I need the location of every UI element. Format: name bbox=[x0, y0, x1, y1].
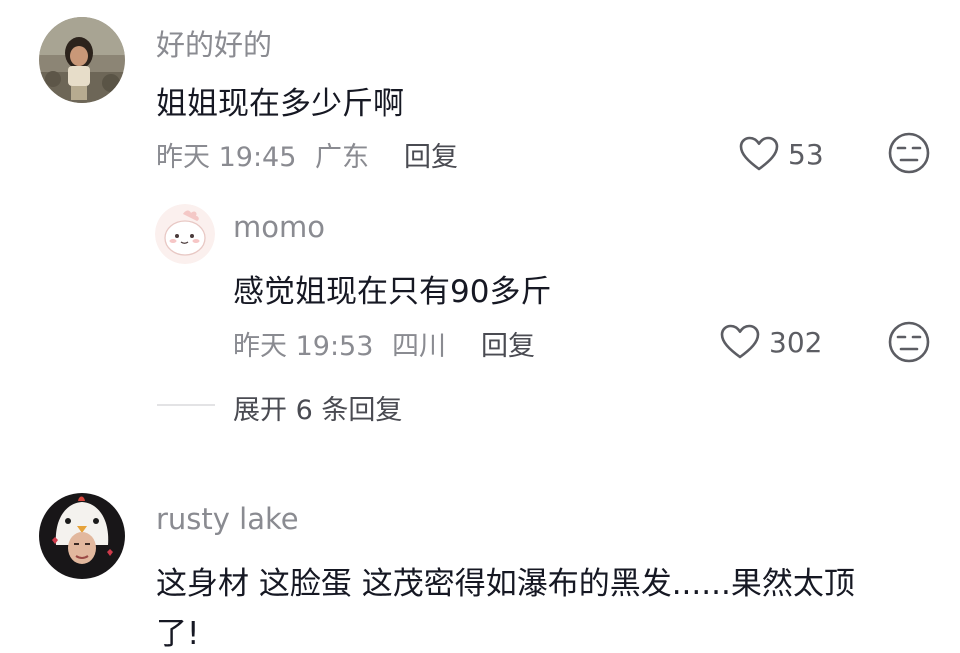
child-photo-avatar bbox=[39, 17, 125, 103]
person-in-chicken-hat-avatar bbox=[39, 493, 125, 579]
reply-meta: 昨天 19:53 四川 bbox=[233, 324, 446, 363]
heart-icon bbox=[739, 136, 779, 171]
dislike-button[interactable] bbox=[887, 320, 931, 364]
comment-location: 广东 bbox=[315, 142, 369, 173]
reply-button[interactable]: 回复 bbox=[404, 135, 458, 174]
like-button[interactable]: 302 bbox=[719, 322, 822, 362]
comment-text: 姐姐现在多少斤啊 bbox=[156, 86, 404, 122]
comment-meta: 昨天 19:45 广东 bbox=[156, 135, 369, 174]
reply-text: 感觉姐现在只有90多斤 bbox=[233, 274, 552, 310]
comment-time: 昨天 19:45 bbox=[156, 142, 297, 173]
comment-text: 这身材 这脸蛋 这茂密得如瀑布的黑发......果然太顶 bbox=[156, 566, 855, 602]
avatar[interactable] bbox=[155, 204, 215, 264]
cartoon-dinosaur-avatar bbox=[155, 204, 215, 264]
like-count: 302 bbox=[769, 325, 823, 359]
comment-username[interactable]: rusty lake bbox=[156, 502, 299, 536]
dislike-button[interactable] bbox=[887, 131, 931, 175]
like-button[interactable]: 53 bbox=[738, 134, 824, 174]
reply-location: 四川 bbox=[392, 331, 446, 362]
reply-time: 昨天 19:53 bbox=[233, 331, 374, 362]
neutral-face-icon bbox=[888, 132, 930, 174]
avatar[interactable] bbox=[39, 17, 125, 103]
expand-replies-button[interactable]: 展开 6 条回复 bbox=[233, 388, 402, 427]
heart-icon bbox=[720, 324, 760, 359]
avatar[interactable] bbox=[39, 493, 125, 579]
expand-divider bbox=[157, 404, 215, 406]
neutral-face-icon bbox=[888, 321, 930, 363]
comment-username[interactable]: 好的好的 bbox=[156, 22, 272, 64]
like-count: 53 bbox=[788, 137, 824, 171]
reply-button[interactable]: 回复 bbox=[481, 324, 535, 363]
comment-text-continued: 了! bbox=[156, 616, 200, 652]
reply-username[interactable]: momo bbox=[233, 210, 325, 244]
